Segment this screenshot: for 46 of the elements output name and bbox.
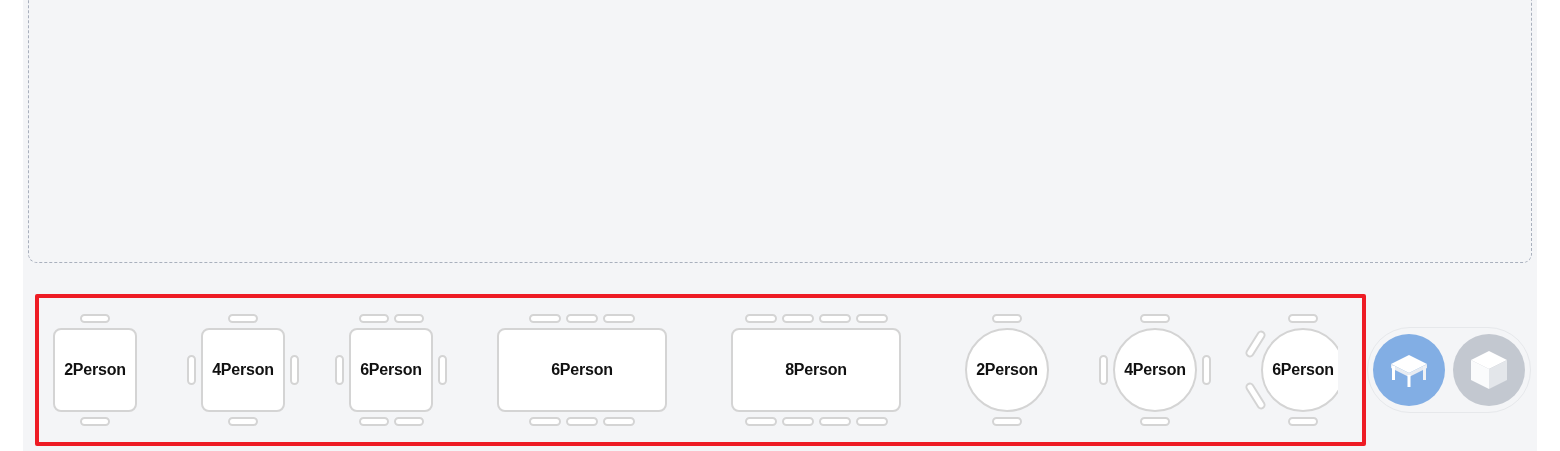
chair — [744, 417, 777, 426]
round-table[interactable]: 4Person — [1113, 328, 1197, 412]
square-table[interactable]: 6Person — [349, 328, 433, 412]
chair — [80, 314, 110, 323]
long-table[interactable]: 6Person — [497, 328, 667, 412]
chair — [529, 417, 561, 426]
chair — [566, 314, 598, 323]
chair — [855, 417, 888, 426]
chair — [393, 417, 424, 426]
round-table[interactable]: 2Person — [965, 328, 1049, 412]
chair — [1288, 314, 1318, 323]
chair — [529, 314, 561, 323]
chair — [1099, 355, 1108, 385]
table-icon — [1389, 353, 1429, 387]
chair — [80, 417, 110, 426]
round-table[interactable]: 6Person — [1261, 328, 1338, 412]
chair — [855, 314, 888, 323]
chair — [358, 314, 389, 323]
chair — [818, 417, 851, 426]
chair — [566, 417, 598, 426]
cube-view-button[interactable] — [1453, 334, 1525, 406]
chair — [438, 355, 447, 385]
square-table[interactable]: 2Person — [53, 328, 137, 412]
chair — [1288, 417, 1318, 426]
table-view-button[interactable] — [1373, 334, 1445, 406]
chair — [187, 355, 196, 385]
chair — [228, 314, 258, 323]
chair — [393, 314, 424, 323]
chair — [781, 417, 814, 426]
long-table[interactable]: 8Person — [731, 328, 901, 412]
chair — [992, 314, 1022, 323]
chair — [818, 314, 851, 323]
chair — [228, 417, 258, 426]
chair — [290, 355, 299, 385]
chair — [358, 417, 389, 426]
chair — [744, 314, 777, 323]
chair — [1140, 314, 1170, 323]
chair — [781, 314, 814, 323]
square-table[interactable]: 4Person — [201, 328, 285, 412]
chair — [603, 417, 635, 426]
chair — [992, 417, 1022, 426]
chair — [603, 314, 635, 323]
chair — [1140, 417, 1170, 426]
cube-icon — [1470, 350, 1508, 390]
chair — [1202, 355, 1211, 385]
chair — [335, 355, 344, 385]
